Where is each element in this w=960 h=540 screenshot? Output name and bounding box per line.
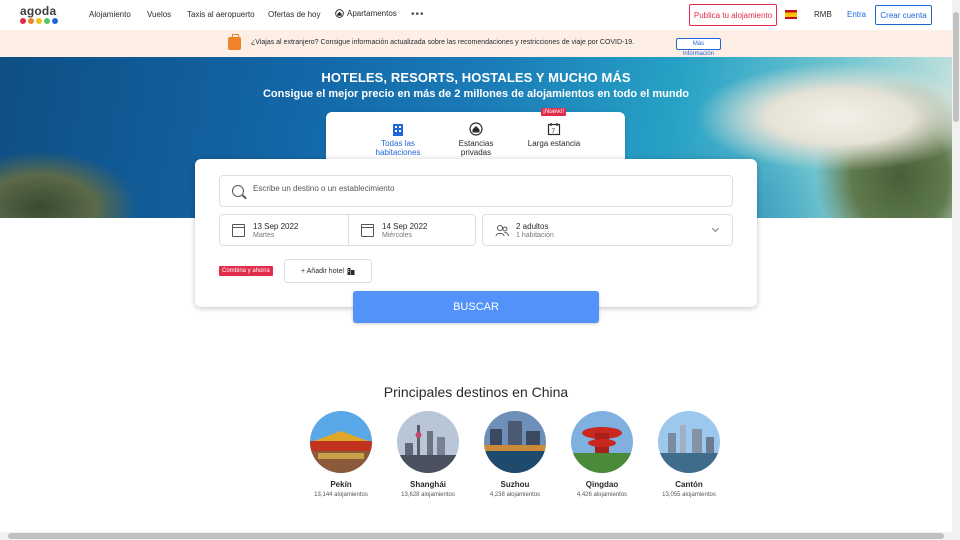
horizontal-scrollbar[interactable]	[0, 532, 952, 540]
spain-flag-icon[interactable]	[785, 10, 797, 19]
hotel-icon	[347, 268, 355, 275]
combina-ahorra-badge: Combina y ahorra	[219, 266, 273, 276]
suzhou-photo	[484, 411, 546, 473]
guests-icon	[495, 225, 509, 237]
qingdao-photo	[571, 411, 633, 473]
checkin-day: Martes	[253, 232, 275, 239]
mas-informacion-button[interactable]: Más información	[676, 38, 721, 57]
add-hotel-label: + Añadir hotel	[300, 267, 344, 275]
currency-selector[interactable]: RMB	[814, 10, 832, 19]
covid-banner: ¿Viajas al extranjero? Consigue informac…	[0, 30, 952, 57]
nav-apartamentos[interactable]: Apartamentos	[335, 9, 397, 18]
city-count: 13,628 alojamientos	[401, 492, 455, 498]
top-header: agoda Alojamiento Vuelos Taxis al aeropu…	[0, 0, 952, 30]
checkin-date: 13 Sep 2022	[253, 222, 299, 231]
search-icon	[232, 185, 244, 197]
nuevo-badge: ¡Nuevo!	[541, 108, 567, 116]
city-card-pekin[interactable]: Pekín 13,144 alojamientos	[301, 411, 381, 498]
destinations-title: Principales destinos en China	[383, 384, 569, 400]
logo-dots	[20, 18, 58, 24]
city-card-qingdao[interactable]: Qingdao 4,426 alojamientos	[562, 411, 642, 498]
add-hotel-button[interactable]: + Añadir hotel	[284, 259, 372, 283]
tab-label: Larga estancia	[527, 139, 581, 148]
tab-label: Todas las habitaciones	[375, 139, 421, 157]
hero-title: HOTELES, RESORTS, HOSTALES Y MUCHO MÁS	[321, 70, 631, 85]
hero-subtitle: Consigue el mejor precio en más de 2 mil…	[262, 88, 690, 100]
city-count: 13,144 alojamientos	[314, 492, 368, 498]
city-card-shanghai[interactable]: Shanghái 13,628 alojamientos	[388, 411, 468, 498]
guests-selector[interactable]: 2 adultos 1 habitación	[482, 214, 733, 246]
calendar-in-icon	[232, 224, 245, 237]
city-name: Suzhou	[500, 480, 530, 489]
nav-taxis[interactable]: Taxis al aeropuerto	[187, 10, 255, 19]
suitcase-icon	[228, 34, 241, 50]
building-icon	[393, 124, 403, 136]
horizontal-scroll-thumb[interactable]	[8, 533, 944, 539]
vertical-scroll-thumb[interactable]	[953, 12, 959, 122]
checkout-day: Miércoles	[382, 232, 412, 239]
create-account-button[interactable]: Crear cuenta	[875, 5, 932, 25]
checkout-date: 14 Sep 2022	[382, 222, 428, 231]
agoda-logo[interactable]: agoda	[20, 4, 60, 25]
city-card-suzhou[interactable]: Suzhou 4,238 alojamientos	[475, 411, 555, 498]
city-name: Shanghái	[409, 480, 446, 489]
property-type-tabs: Todas las habitaciones Estancias privada…	[326, 112, 625, 166]
checkout-date-field[interactable]: 14 Sep 2022 Miércoles	[348, 214, 476, 246]
city-name: Pekín	[330, 480, 352, 489]
city-name: Cantón	[675, 480, 703, 489]
calendar-out-icon	[361, 224, 374, 237]
guests-adults: 2 adultos	[516, 222, 549, 231]
banner-text: ¿Viajas al extranjero? Consigue informac…	[251, 39, 635, 46]
svg-text:7: 7	[552, 128, 556, 135]
house-icon	[469, 122, 483, 136]
tab-estancias-privadas[interactable]: Estancias privadas	[444, 112, 508, 166]
city-count: 4,238 alojamientos	[489, 492, 541, 498]
vertical-scrollbar[interactable]	[952, 0, 960, 540]
city-card-canton[interactable]: Cantón 13,055 alojamientos	[649, 411, 729, 498]
chevron-down-icon	[711, 224, 720, 233]
tab-label: Estancias privadas	[458, 139, 494, 157]
logo-text: agoda	[20, 4, 57, 18]
more-dots-icon[interactable]: •••	[411, 9, 425, 20]
canton-photo	[658, 411, 720, 473]
checkin-date-field[interactable]: 13 Sep 2022 Martes	[219, 214, 349, 246]
tab-larga-estancia[interactable]: 7 Larga estancia	[520, 112, 588, 166]
destination-input[interactable]	[253, 184, 713, 193]
city-count: 13,055 alojamientos	[662, 492, 716, 498]
nav-alojamiento[interactable]: Alojamiento	[89, 10, 131, 19]
apartment-icon	[335, 9, 344, 18]
guests-rooms: 1 habitación	[516, 232, 554, 239]
search-button[interactable]: BUSCAR	[353, 291, 599, 323]
signin-link[interactable]: Entra	[847, 10, 866, 19]
calendar-7-icon: 7	[547, 123, 561, 136]
pekin-photo	[310, 411, 372, 473]
nav-apartamentos-label: Apartamentos	[347, 9, 397, 18]
publica-alojamiento-button[interactable]: Publica tu alojamiento	[689, 4, 777, 26]
tab-todas-habitaciones[interactable]: Todas las habitaciones	[363, 112, 433, 166]
nav-vuelos[interactable]: Vuelos	[147, 10, 171, 19]
city-name: Qingdao	[585, 480, 619, 489]
nav-ofertas[interactable]: Ofertas de hoy	[268, 10, 320, 19]
destination-field[interactable]	[219, 175, 733, 207]
shanghai-photo	[397, 411, 459, 473]
city-count: 4,426 alojamientos	[576, 492, 628, 498]
